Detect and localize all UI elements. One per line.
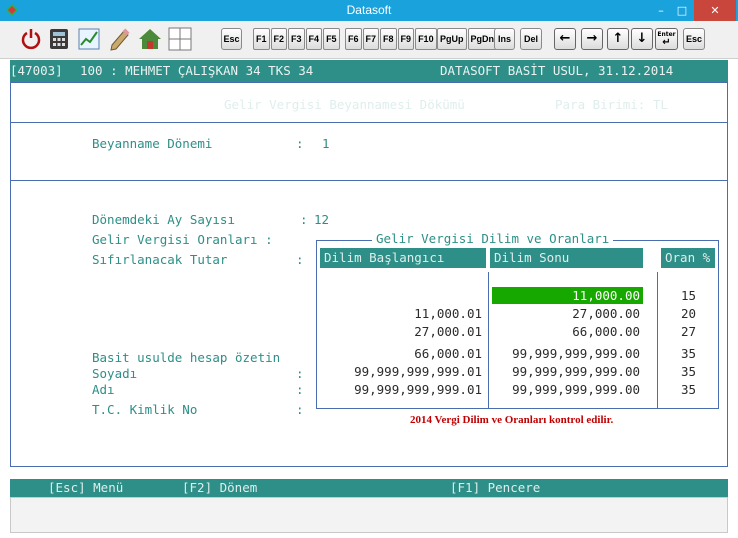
dilim-row-6-end[interactable]: 99,999,999,999.00 bbox=[492, 382, 640, 398]
page-group: PgUp PgDn bbox=[437, 28, 498, 50]
f7-key-button[interactable]: F7 bbox=[362, 28, 380, 50]
currency-label: Para Birimi: TL bbox=[555, 97, 668, 112]
f6-f10-group: F6 F7 F8 F9 F10 bbox=[345, 28, 438, 50]
column-divider bbox=[657, 272, 658, 408]
col-header-rate: Oran % bbox=[661, 248, 715, 268]
name-sep: : bbox=[296, 382, 304, 397]
del-key-button[interactable]: Del bbox=[520, 28, 542, 50]
grid-icon[interactable] bbox=[168, 27, 192, 51]
dilim-row-5-rate[interactable]: 35 bbox=[660, 364, 696, 380]
window-title: Datasoft bbox=[346, 3, 392, 17]
status-esc-menu[interactable]: [Esc] Menü bbox=[48, 479, 123, 497]
toolbar: Esc F1 F2 F3 F4 F5 F6 F7 F8 F9 F10 PgUp … bbox=[0, 21, 738, 59]
window-titlebar: Datasoft – □ ✕ bbox=[0, 0, 738, 21]
dilim-row-5-start[interactable]: 99,999,999,999.01 bbox=[320, 364, 482, 380]
dilim-row-5-end[interactable]: 99,999,999,999.00 bbox=[492, 364, 640, 380]
house-icon[interactable] bbox=[138, 27, 162, 51]
pgup-key-button[interactable]: PgUp bbox=[437, 28, 467, 50]
rates-label: Gelir Vergisi Oranları : bbox=[92, 232, 273, 247]
months-value[interactable]: 12 bbox=[314, 212, 329, 228]
minimize-button[interactable]: – bbox=[652, 0, 670, 21]
dilim-row-3-start[interactable]: 27,000.01 bbox=[320, 324, 482, 340]
period-value[interactable]: 1 bbox=[322, 136, 330, 152]
dilim-title: Gelir Vergisi Dilim ve Oranları bbox=[372, 231, 614, 247]
f8-key-button[interactable]: F8 bbox=[380, 28, 397, 50]
close-button[interactable]: ✕ bbox=[694, 0, 736, 21]
firm-code: [47003] bbox=[10, 63, 63, 78]
f1-f5-group: F1 F2 F3 F4 F5 bbox=[253, 28, 341, 50]
form-title: Gelir Vergisi Beyannamesi Dökümü bbox=[224, 97, 465, 112]
col-header-start: Dilim Başlangıcı bbox=[320, 248, 486, 268]
summary-label: Basit usulde hesap özetin bbox=[92, 350, 281, 365]
pgdn-key-button[interactable]: PgDn bbox=[467, 28, 497, 50]
f9-key-button[interactable]: F9 bbox=[397, 28, 415, 50]
dilim-row-2-start[interactable]: 11,000.01 bbox=[320, 306, 482, 322]
left-arrow-button[interactable]: ← bbox=[554, 28, 576, 50]
enter-arrow-icon: ↵ bbox=[662, 37, 671, 48]
firm-name: 100 : MEHMET ÇALIŞKAN 34 TKS 34 bbox=[80, 63, 314, 78]
down-arrow-button[interactable]: ↓ bbox=[631, 28, 653, 50]
maximize-button[interactable]: □ bbox=[673, 0, 691, 21]
tc-sep: : bbox=[296, 402, 304, 417]
dilim-row-4-end[interactable]: 99,999,999,999.00 bbox=[492, 346, 640, 362]
calculator-icon[interactable] bbox=[47, 27, 71, 51]
enter-key-button[interactable]: Enter ↵ bbox=[655, 28, 678, 50]
pencil-icon[interactable] bbox=[108, 27, 132, 51]
column-divider bbox=[488, 272, 489, 408]
up-arrow-button[interactable]: ↑ bbox=[607, 28, 629, 50]
dilim-row-3-end[interactable]: 66,000.00 bbox=[492, 324, 640, 340]
f5-key-button[interactable]: F5 bbox=[323, 28, 340, 50]
period-label: Beyanname Dönemi bbox=[92, 136, 213, 151]
status-f1-pencere[interactable]: [F1] Pencere bbox=[450, 479, 540, 497]
dilim-row-6-start[interactable]: 99,999,999,999.01 bbox=[320, 382, 482, 398]
col-header-end: Dilim Sonu bbox=[490, 248, 643, 268]
dilim-row-1-end-selected[interactable]: 11,000.00 bbox=[492, 287, 643, 304]
surname-label: Soyadı bbox=[92, 366, 138, 381]
chart-icon[interactable] bbox=[77, 27, 101, 51]
firm-header: [47003] 100 : MEHMET ÇALIŞKAN 34 TKS 34 DA… bbox=[10, 60, 728, 82]
firm-info: DATASOFT BASİT USUL, 31.12.2014 bbox=[440, 63, 674, 78]
divider bbox=[10, 122, 728, 123]
right-arrow-button[interactable]: → bbox=[581, 28, 603, 50]
months-sep: : bbox=[300, 212, 308, 227]
bottom-panel bbox=[10, 497, 728, 533]
f1-key-button[interactable]: F1 bbox=[253, 28, 270, 50]
dilim-row-3-rate[interactable]: 27 bbox=[660, 324, 696, 340]
dilim-row-6-rate[interactable]: 35 bbox=[660, 382, 696, 398]
dilim-row-1-rate[interactable]: 15 bbox=[660, 288, 696, 304]
dilim-note: 2014 Vergi Dilim ve Oranları kontrol edi… bbox=[410, 414, 614, 426]
name-label: Adı bbox=[92, 382, 115, 397]
dilim-row-2-end[interactable]: 27,000.00 bbox=[492, 306, 640, 322]
tc-label: T.C. Kimlik No bbox=[92, 402, 198, 417]
esc-key-button[interactable]: Esc bbox=[221, 28, 242, 50]
surname-sep: : bbox=[296, 366, 304, 381]
f4-key-button[interactable]: F4 bbox=[305, 28, 323, 50]
f2-key-button[interactable]: F2 bbox=[270, 28, 288, 50]
dilim-row-4-rate[interactable]: 35 bbox=[660, 346, 696, 362]
months-label: Dönemdeki Ay Sayısı bbox=[92, 212, 235, 227]
power-icon[interactable] bbox=[19, 27, 43, 51]
f3-key-button[interactable]: F3 bbox=[288, 28, 305, 50]
esc-exit-button[interactable]: Esc bbox=[683, 28, 705, 50]
status-f2-donem[interactable]: [F2] Dönem bbox=[182, 479, 257, 497]
reset-sep: : bbox=[296, 252, 304, 267]
status-bar: [Esc] Menü [F2] Dönem [F1] Pencere bbox=[10, 479, 728, 497]
divider bbox=[10, 180, 728, 181]
dilim-row-2-rate[interactable]: 20 bbox=[660, 306, 696, 322]
f6-key-button[interactable]: F6 bbox=[345, 28, 362, 50]
ins-key-button[interactable]: Ins bbox=[494, 28, 515, 50]
reset-label: Sıfırlanacak Tutar bbox=[92, 252, 228, 267]
f10-key-button[interactable]: F10 bbox=[415, 28, 437, 50]
period-sep: : bbox=[296, 136, 304, 151]
dilim-row-4-start[interactable]: 66,000.01 bbox=[320, 346, 482, 362]
